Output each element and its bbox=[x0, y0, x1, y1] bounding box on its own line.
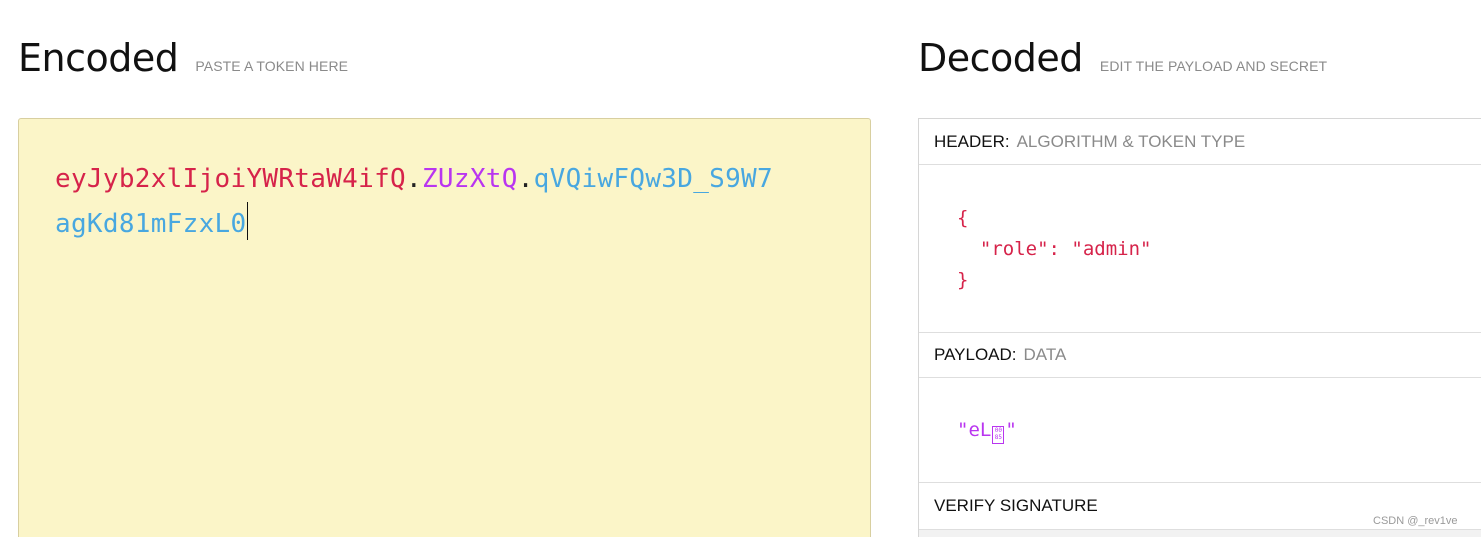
payload-value-suffix: " bbox=[1005, 419, 1017, 441]
watermark: CSDN @_rev1ve bbox=[1373, 515, 1458, 527]
payload-value-prefix: "eL bbox=[957, 419, 992, 441]
decoded-panel: HEADER: ALGORITHM & TOKEN TYPE { "role":… bbox=[918, 118, 1481, 537]
header-json-editor[interactable]: { "role": "admin" } bbox=[957, 203, 1151, 296]
header-json-line: "role": "admin" bbox=[957, 238, 1152, 260]
payload-section-title: PAYLOAD: DATA bbox=[919, 332, 1481, 378]
verify-signature-area bbox=[919, 530, 1481, 537]
payload-label: PAYLOAD: bbox=[934, 345, 1017, 364]
decoded-subtitle: EDIT THE PAYLOAD AND SECRET bbox=[1099, 58, 1328, 74]
header-section-title: HEADER: ALGORITHM & TOKEN TYPE bbox=[919, 119, 1481, 165]
header-desc: ALGORITHM & TOKEN TYPE bbox=[1016, 131, 1246, 151]
header-json-line: } bbox=[957, 269, 969, 291]
header-json-line: { bbox=[957, 207, 969, 229]
payload-desc: DATA bbox=[1023, 345, 1067, 364]
token-payload-segment: ZUzXtQ bbox=[421, 164, 518, 194]
payload-value-line: "eL 00 85 " bbox=[957, 415, 1017, 446]
unknown-char-glyph-icon: 00 85 bbox=[992, 426, 1005, 444]
decoded-heading: Decoded EDIT THE PAYLOAD AND SECRET bbox=[918, 34, 1327, 82]
token-dot: . bbox=[405, 164, 422, 194]
encoded-heading: Encoded PASTE A TOKEN HERE bbox=[18, 34, 348, 82]
encoded-title: Encoded bbox=[18, 36, 179, 80]
decoded-title: Decoded bbox=[918, 36, 1083, 80]
header-label: HEADER: bbox=[934, 131, 1010, 151]
encoded-token-input[interactable]: eyJyb2xlIjoiYWRtaW4ifQ.ZUzXtQ.qVQiwFQw3D… bbox=[18, 118, 871, 537]
text-caret bbox=[247, 202, 249, 240]
token-text[interactable]: eyJyb2xlIjoiYWRtaW4ifQ.ZUzXtQ.qVQiwFQw3D… bbox=[55, 157, 775, 247]
jwt-debugger-page: Encoded PASTE A TOKEN HERE eyJyb2xlIjoiY… bbox=[0, 0, 1481, 537]
payload-json-editor[interactable]: "eL 00 85 " bbox=[957, 415, 1017, 446]
token-header-segment: eyJyb2xlIjoiYWRtaW4ifQ bbox=[55, 164, 406, 194]
token-dot: . bbox=[517, 164, 534, 194]
verify-label: VERIFY SIGNATURE bbox=[934, 496, 1098, 515]
encoded-subtitle: PASTE A TOKEN HERE bbox=[195, 58, 349, 74]
